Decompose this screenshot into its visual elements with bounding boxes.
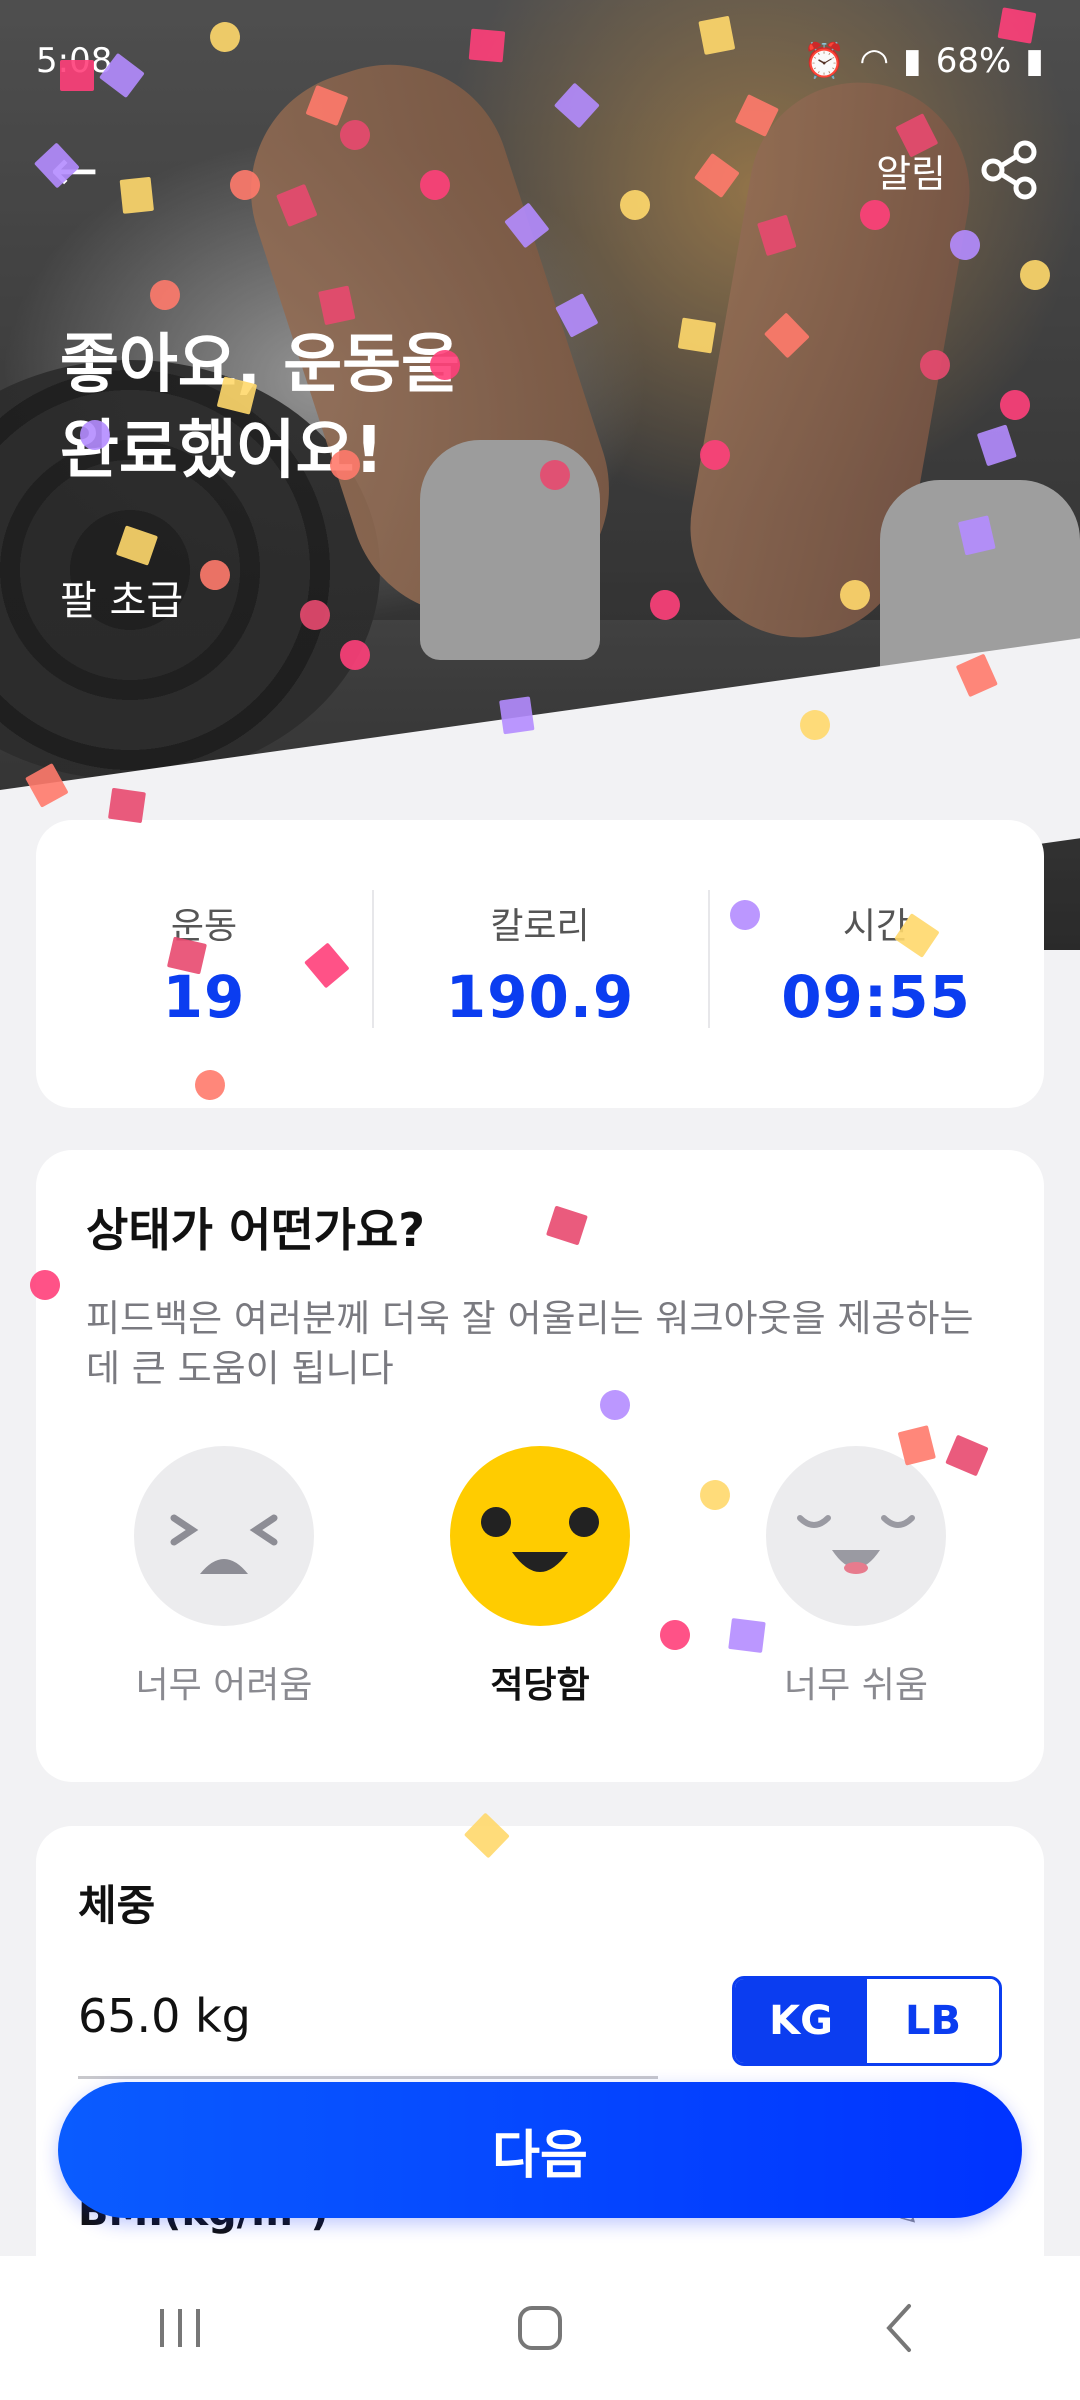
hero-title-line1: 좋아요, 운동을 [60, 328, 460, 402]
difficulty-options: 너무 어려움 적당함 너무 쉬움 [36, 1446, 1044, 1708]
top-bar: ← 알림 [50, 130, 1040, 210]
recent-apps-icon[interactable] [120, 2288, 240, 2368]
status-icons: ⏰ ◠ ▮ 68% ▮ [803, 41, 1044, 81]
too-hard-face-icon[interactable] [134, 1446, 314, 1626]
alarm-status-icon: ⏰ [802, 41, 846, 81]
workout-name: 팔 초급 [60, 578, 184, 624]
option-too-hard[interactable]: 너무 어려움 [114, 1446, 334, 1708]
option-label: 너무 쉬움 [784, 1665, 928, 1706]
stat-value: 09:55 [781, 963, 971, 1031]
alarm-button[interactable]: 알림 [876, 143, 946, 198]
stat-label: 시간 [842, 906, 910, 947]
hero-title: 좋아요, 운동을 완료했어요! [60, 322, 620, 494]
feedback-description: 피드백은 여러분께 더욱 잘 어울리는 워크아웃을 제공하는 데 큰 도움이 됩… [86, 1297, 974, 1390]
battery-icon: ▮ [1025, 41, 1044, 81]
top-actions: 알림 [876, 139, 1040, 201]
weight-title: 체중 [78, 1881, 156, 1930]
hero-title-line2: 완료했어요! [60, 414, 384, 488]
system-nav-bar [0, 2256, 1080, 2400]
status-time: 5:08 [36, 41, 113, 81]
status-bar: 5:08 ⏰ ◠ ▮ 68% ▮ [36, 36, 1044, 86]
unit-lb-button[interactable]: LB [867, 1979, 999, 2063]
workout-stats-card: 운동 19 칼로리 190.9 시간 09:55 [36, 820, 1044, 1108]
option-label: 너무 어려움 [135, 1665, 313, 1706]
hero-banner: 5:08 ⏰ ◠ ▮ 68% ▮ ← 알림 좋아요, 운동을 완료했어요! 팔 … [0, 0, 1080, 950]
stat-calories: 칼로리 190.9 [372, 820, 708, 1108]
stat-label: 운동 [170, 906, 238, 947]
stat-exercises: 운동 19 [36, 820, 372, 1108]
option-label: 적당함 [490, 1665, 590, 1706]
home-icon[interactable] [480, 2288, 600, 2368]
feedback-title: 상태가 어떤가요? [86, 1203, 425, 1257]
wifi-icon: ◠ [859, 41, 889, 81]
back-arrow-icon[interactable]: ← [50, 130, 130, 210]
next-button[interactable]: 다음 [58, 2082, 1022, 2218]
stat-label: 칼로리 [490, 906, 590, 947]
option-too-easy[interactable]: 너무 쉬움 [746, 1446, 966, 1708]
nav-back-icon[interactable] [840, 2288, 960, 2368]
unit-toggle: KG LB [732, 1976, 1002, 2066]
just-right-face-icon[interactable] [450, 1446, 630, 1626]
signal-icon: ▮ [902, 41, 922, 81]
stat-value: 19 [162, 963, 246, 1031]
share-icon[interactable] [978, 139, 1040, 201]
stat-time: 시간 09:55 [708, 820, 1044, 1108]
feedback-card: 상태가 어떤가요? 피드백은 여러분께 더욱 잘 어울리는 워크아웃을 제공하는… [36, 1150, 1044, 1782]
stat-value: 190.9 [445, 963, 635, 1031]
too-easy-face-icon[interactable] [766, 1446, 946, 1626]
unit-kg-button[interactable]: KG [735, 1979, 867, 2063]
weight-input[interactable]: 65.0 kg [78, 1976, 658, 2079]
option-just-right[interactable]: 적당함 [430, 1446, 650, 1708]
battery-level: 68% [935, 41, 1012, 81]
